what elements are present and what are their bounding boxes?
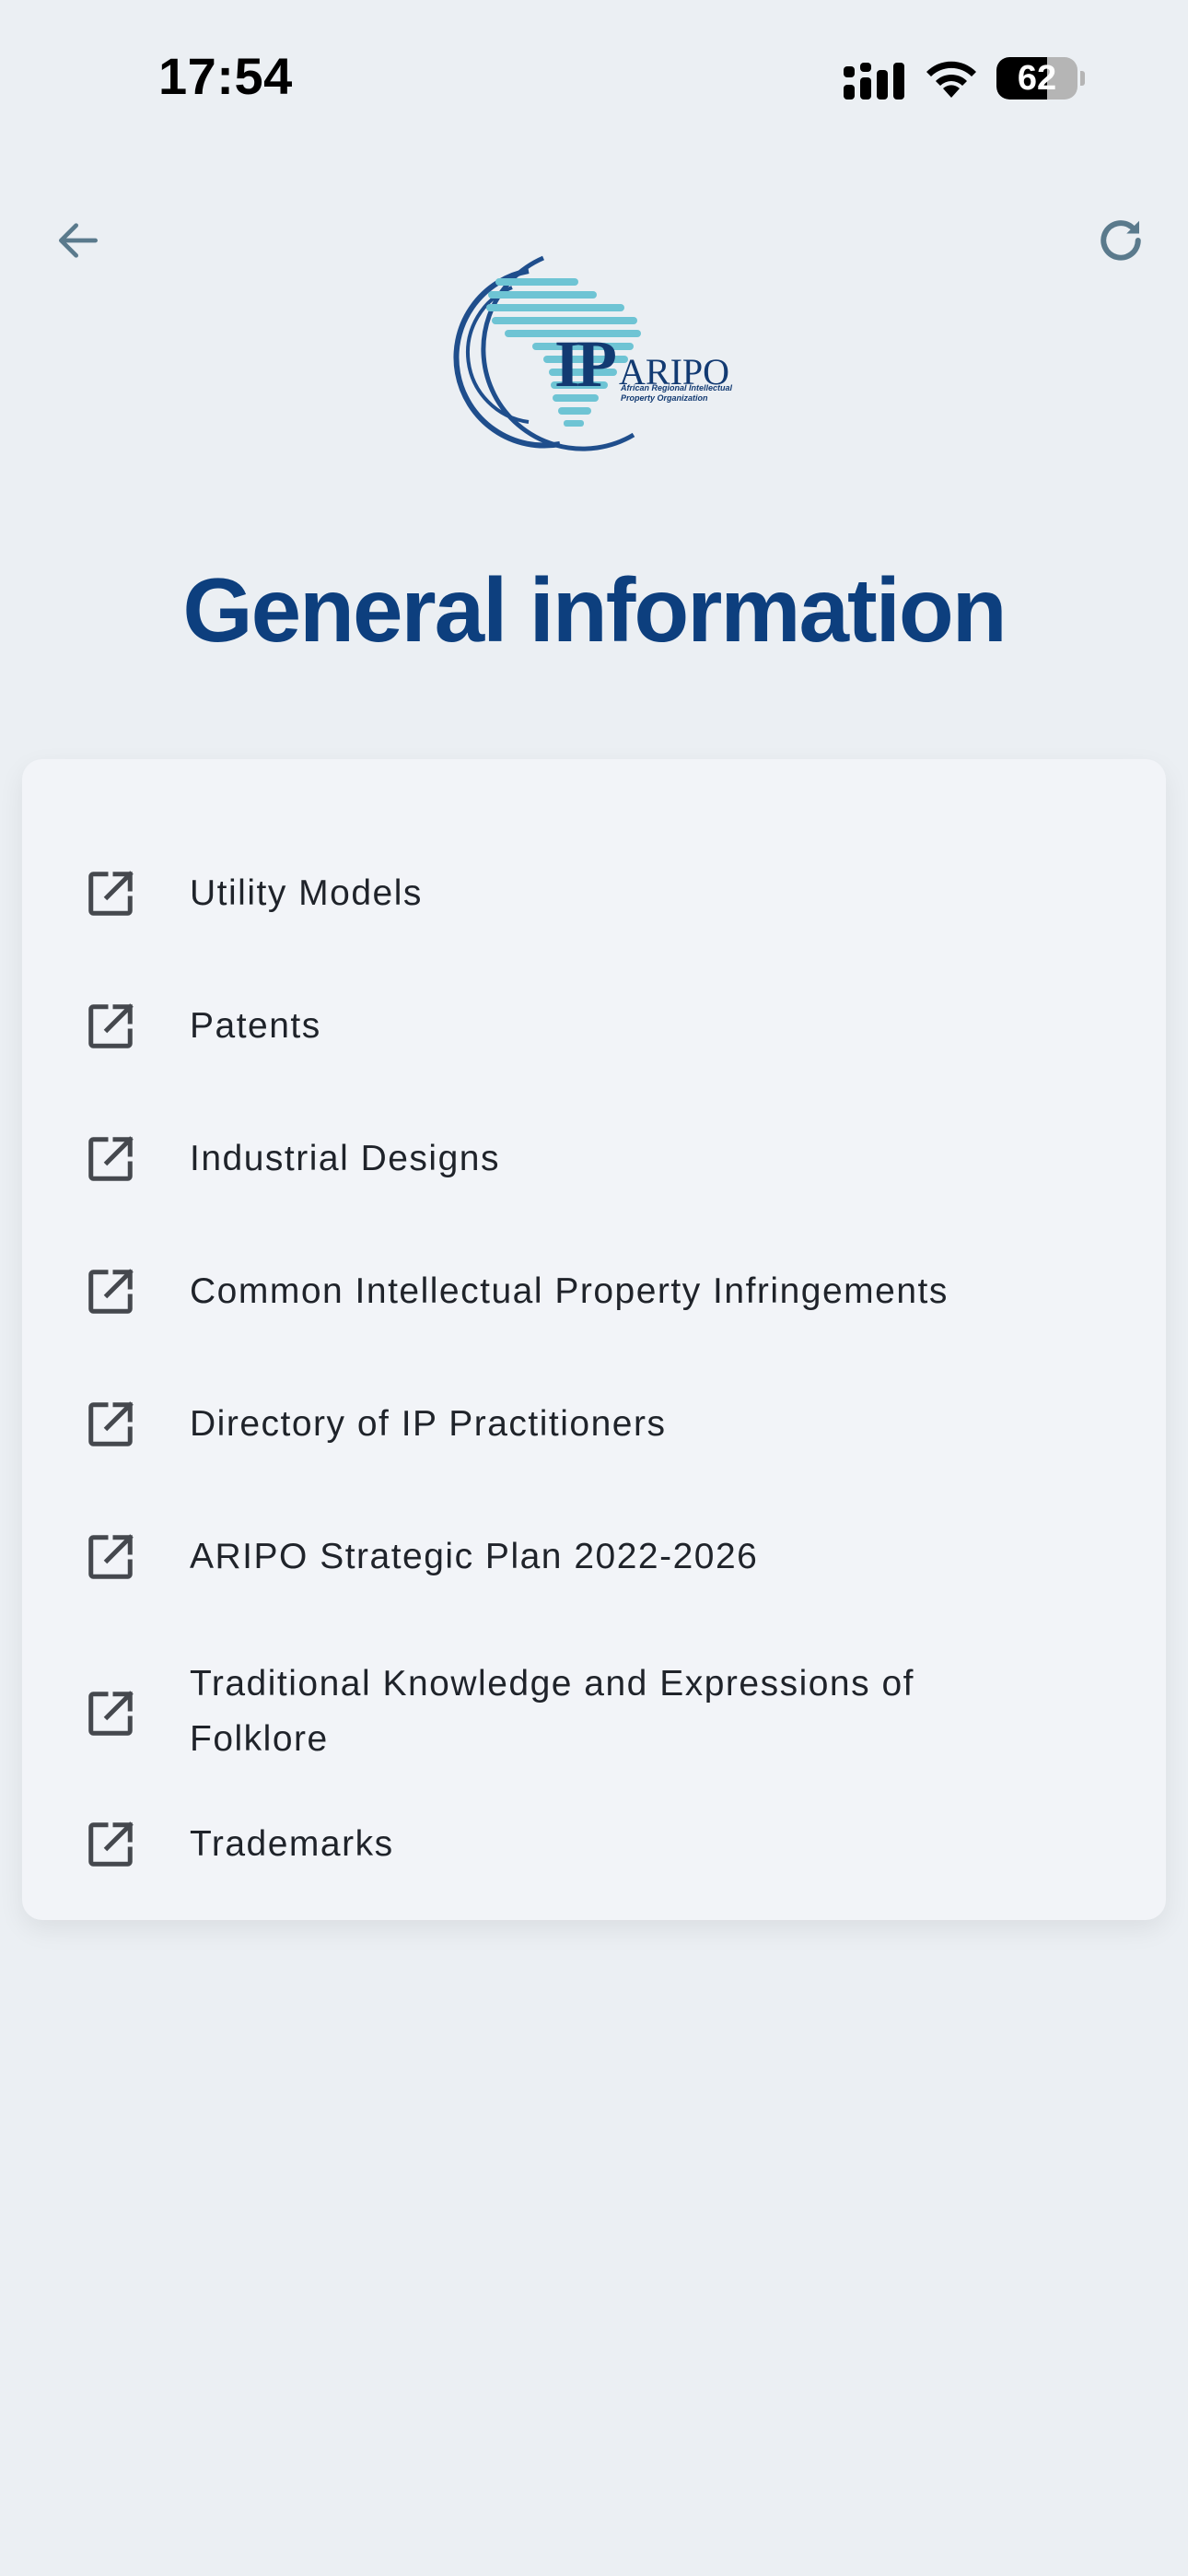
list-item-link[interactable]: ARIPO Strategic Plan 2022-2026	[22, 1529, 1166, 1585]
list-item-link[interactable]: Patents	[22, 999, 1166, 1054]
list-item-label: ARIPO Strategic Plan 2022-2026	[190, 1537, 759, 1576]
list-item-label: Common Intellectual Property Infringemen…	[190, 1271, 949, 1311]
external-link-icon	[83, 1817, 138, 1872]
wifi-icon	[926, 61, 976, 98]
external-link-icon	[83, 1686, 138, 1741]
external-link-icon	[83, 1529, 138, 1585]
logo-subtitle: African Regional Intellectual Property O…	[621, 383, 733, 403]
list-item-label: Directory of IP Practitioners	[190, 1404, 667, 1444]
list-item-label: Patents	[190, 1006, 321, 1046]
list-item-label: Industrial Designs	[190, 1139, 500, 1178]
status-bar: 17:54 62	[0, 0, 1188, 157]
list-item-link[interactable]: Trademarks	[22, 1817, 1166, 1872]
refresh-button[interactable]	[1079, 199, 1162, 282]
arrow-left-icon	[58, 223, 98, 258]
external-link-icon	[83, 1397, 138, 1452]
list-item-link[interactable]: Utility Models	[22, 866, 1166, 921]
refresh-icon	[1101, 220, 1141, 261]
back-button[interactable]	[37, 199, 120, 282]
list-item-label: Trademarks	[190, 1824, 394, 1864]
list-item-link[interactable]: Traditional Knowledge and Expressions of…	[22, 1657, 1166, 1771]
external-link-icon	[83, 999, 138, 1054]
external-link-icon	[83, 1264, 138, 1319]
aripo-logo: IP ARIPO African Regional Intellectual P…	[440, 251, 753, 464]
list-item-link[interactable]: Common Intellectual Property Infringemen…	[22, 1264, 1166, 1319]
page-title: General information	[182, 559, 1007, 661]
list-item-link[interactable]: Industrial Designs	[22, 1131, 1166, 1187]
battery-level: 62	[1017, 59, 1057, 98]
info-links-card: Utility Models Patents Industrial Designs C…	[22, 759, 1166, 1920]
external-link-icon	[83, 1131, 138, 1187]
list-item-label: Traditional Knowledge and Expressions of…	[190, 1664, 914, 1759]
list-item-link[interactable]: Directory of IP Practitioners	[22, 1397, 1166, 1452]
external-link-icon	[83, 866, 138, 921]
battery-indicator: 62	[996, 57, 1085, 101]
logo-ip-text: IP	[554, 327, 617, 401]
list-item-label: Utility Models	[190, 873, 423, 913]
cellular-signal-icon	[844, 63, 904, 100]
status-time: 17:54	[158, 47, 293, 105]
